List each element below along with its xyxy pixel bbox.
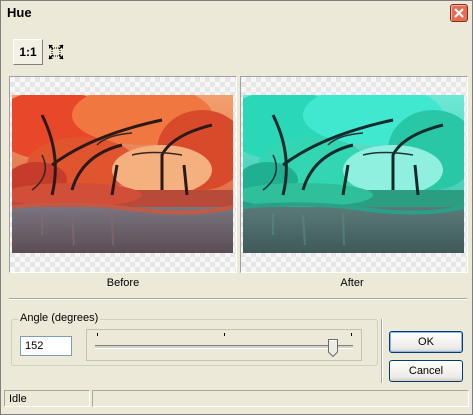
angle-group-label: Angle (degrees)	[18, 312, 101, 324]
after-image	[243, 95, 464, 253]
fit-to-window-icon	[48, 44, 64, 60]
slider-tick	[351, 333, 352, 336]
window-title: Hue	[7, 5, 32, 20]
ok-label: OK	[418, 336, 434, 348]
status-text: Idle	[9, 393, 27, 405]
cancel-label: Cancel	[408, 365, 444, 377]
toolbar: 1:1	[9, 39, 69, 67]
fit-to-window-button[interactable]	[45, 39, 67, 65]
angle-slider[interactable]	[86, 329, 362, 361]
status-pane-secondary	[92, 390, 469, 407]
horizontal-separator	[9, 298, 467, 300]
ok-button[interactable]: OK	[389, 331, 463, 353]
after-preview-panel	[240, 76, 468, 273]
angle-group: Angle (degrees)	[11, 312, 378, 366]
slider-track	[95, 345, 353, 349]
hue-dialog: Hue 1:1 Before After Angle (degrees) 152…	[0, 0, 473, 415]
status-bar: Idle	[1, 390, 472, 414]
close-icon	[454, 8, 464, 18]
angle-input[interactable]	[20, 336, 72, 356]
slider-tick	[224, 333, 225, 336]
before-image	[12, 95, 233, 253]
close-button[interactable]	[450, 4, 468, 22]
after-label: After	[340, 277, 364, 289]
title-bar[interactable]: Hue	[1, 1, 472, 23]
cancel-button[interactable]: Cancel	[389, 360, 463, 382]
status-pane: Idle	[4, 390, 90, 407]
vertical-separator	[381, 319, 383, 383]
slider-tick	[97, 333, 98, 336]
actual-size-label: 1:1	[19, 45, 37, 59]
slider-thumb[interactable]	[327, 339, 338, 358]
before-preview-panel	[9, 76, 237, 273]
actual-size-button[interactable]: 1:1	[13, 39, 43, 65]
before-label: Before	[106, 277, 140, 289]
